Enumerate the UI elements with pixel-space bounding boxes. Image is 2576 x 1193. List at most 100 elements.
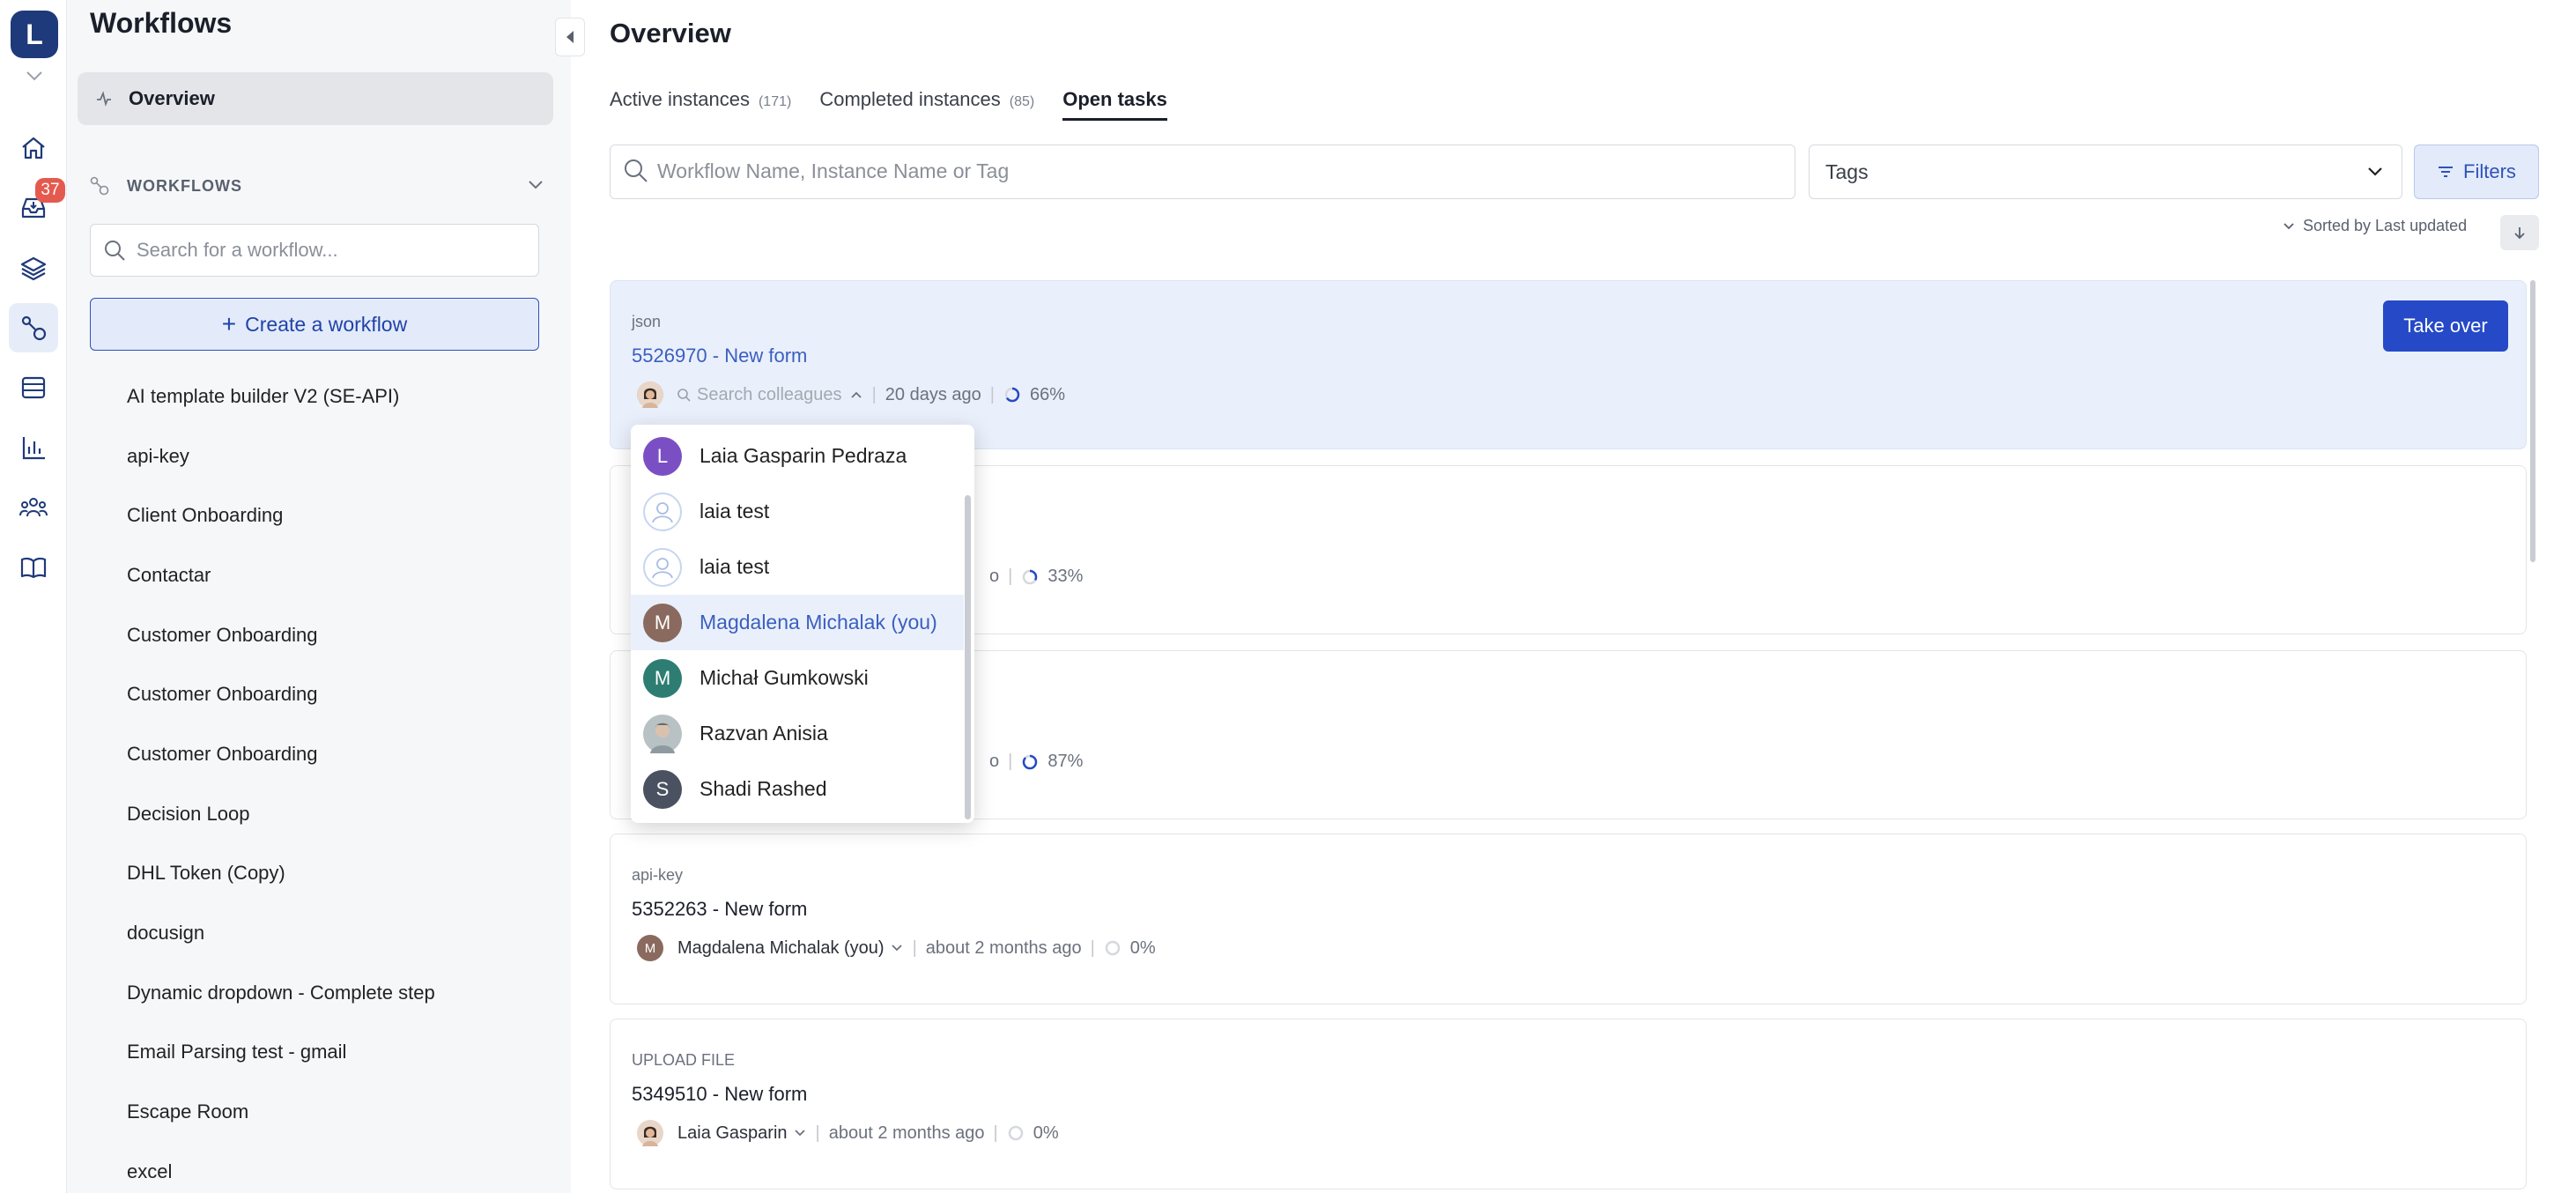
sidebar-title: Workflows (90, 7, 233, 39)
take-over-button[interactable]: Take over (2383, 300, 2508, 352)
tab-open-tasks[interactable]: Open tasks (1062, 88, 1167, 121)
app-rail: L 37 (0, 0, 67, 1193)
card-title[interactable]: 5352263 - New form (632, 898, 807, 921)
progress-text: 87% (1047, 752, 1084, 771)
assignee-name[interactable]: Laia Gasparin (677, 1123, 788, 1144)
chevron-down-icon[interactable] (23, 67, 46, 85)
list-item[interactable]: Decision Loop (127, 784, 541, 844)
layers-icon[interactable] (9, 243, 58, 293)
book-icon[interactable] (9, 543, 58, 592)
workflow-search-input[interactable] (90, 224, 539, 277)
sidebar-overview-label: Overview (129, 87, 215, 109)
list-item[interactable]: Dynamic dropdown - Complete step (127, 963, 541, 1023)
workflows-section-header[interactable]: WORKFLOWS (88, 171, 546, 201)
dropdown-scrollbar[interactable] (965, 495, 971, 819)
user-photo-icon (637, 382, 663, 408)
list-item[interactable]: Escape Room (127, 1082, 541, 1142)
card-workflow-name: api-key (632, 866, 684, 884)
colleague-name: Shadi Rashed (700, 777, 827, 800)
tab-count: (171) (758, 94, 792, 109)
card-meta: M Magdalena Michalak (you) | about 2 mon… (637, 935, 1156, 961)
colleague-name: Laia Gasparin Pedraza (700, 444, 907, 467)
sort-direction-button[interactable] (2500, 215, 2539, 250)
sidebar-item-overview[interactable]: Overview (78, 72, 553, 125)
tags-select[interactable]: Tags (1809, 144, 2402, 199)
search-icon (625, 159, 648, 182)
progress-ring (1004, 387, 1020, 403)
tags-label: Tags (1825, 159, 1869, 183)
list-item[interactable]: Customer Onboarding (127, 605, 541, 665)
assignee-search[interactable]: Search colleagues (697, 385, 842, 405)
chart-icon[interactable] (9, 423, 58, 472)
colleague-option[interactable]: S Shadi Rashed (631, 761, 964, 817)
list-item[interactable]: Customer Onboarding (127, 724, 541, 784)
colleague-name: Michał Gumkowski (700, 666, 869, 689)
avatar (637, 1120, 663, 1146)
team-icon[interactable] (9, 483, 58, 532)
tab-label: Active instances (610, 88, 750, 110)
task-card[interactable]: api-key 5352263 - New form M Magdalena M… (610, 834, 2527, 1004)
task-card[interactable]: UPLOAD FILE 5349510 - New form Laia Gasp… (610, 1019, 2527, 1189)
search-placeholder: Workflow Name, Instance Name or Tag (657, 159, 1010, 182)
card-meta: o | 33% (989, 567, 1084, 586)
filter-icon (2439, 167, 2454, 177)
list-item[interactable]: AI template builder V2 (SE-API) (127, 367, 541, 426)
list-item[interactable]: Client Onboarding (127, 485, 541, 545)
collapse-sidebar-button[interactable] (555, 18, 585, 56)
list-item[interactable]: Customer Onboarding (127, 664, 541, 724)
home-icon[interactable] (9, 123, 58, 173)
list-item[interactable]: excel (127, 1142, 541, 1193)
colleague-option[interactable]: Razvan Anisia (631, 706, 964, 761)
chevron-up-icon[interactable] (849, 389, 863, 400)
page-title: Overview (610, 18, 731, 48)
workspace-logo[interactable]: L (11, 11, 58, 58)
inbox-badge: 37 (35, 178, 65, 203)
chevron-down-icon[interactable] (525, 176, 546, 194)
colleague-name: laia test (700, 555, 770, 578)
card-time: o (989, 567, 1000, 586)
sort-label: Sorted by Last updated (2303, 217, 2468, 234)
main-scrollbar[interactable] (2530, 280, 2535, 562)
plus-icon: + (221, 310, 237, 337)
colleague-option[interactable]: laia test (631, 539, 964, 595)
user-photo-icon (643, 714, 682, 753)
colleague-name: laia test (700, 500, 770, 522)
avatar: S (643, 769, 682, 809)
list-item[interactable]: Email Parsing test - gmail (127, 1023, 541, 1083)
tab-completed-instances[interactable]: Completed instances (85) (819, 88, 1034, 121)
progress-text: 33% (1047, 567, 1084, 586)
filters-label: Filters (2463, 160, 2516, 182)
list-item[interactable]: api-key (127, 426, 541, 486)
colleague-option[interactable]: L Laia Gasparin Pedraza (631, 428, 964, 484)
progress-ring (1105, 940, 1121, 956)
list-item[interactable]: docusign (127, 903, 541, 963)
chevron-down-icon (2368, 167, 2382, 176)
search-icon (105, 241, 125, 261)
colleague-option[interactable]: laia test (631, 484, 964, 539)
user-placeholder-icon (643, 492, 682, 531)
workflow-icon (90, 176, 109, 196)
workflows-section-label: WORKFLOWS (127, 176, 242, 195)
tab-count: (85) (1009, 94, 1035, 109)
colleague-option[interactable]: M Michał Gumkowski (631, 650, 964, 706)
filters-button[interactable]: Filters (2414, 144, 2539, 199)
sort-selector[interactable]: Sorted by Last updated (2282, 217, 2467, 235)
avatar (637, 382, 663, 408)
activity-icon (97, 91, 111, 107)
create-workflow-button[interactable]: + Create a workflow (90, 298, 539, 351)
workflow-icon[interactable] (9, 303, 58, 352)
list-icon[interactable] (9, 363, 58, 412)
chevron-down-icon (2284, 222, 2294, 229)
card-title[interactable]: 5526970 - New form (632, 345, 807, 367)
list-item[interactable]: Contactar (127, 545, 541, 605)
card-title[interactable]: 5349510 - New form (632, 1083, 807, 1106)
list-item[interactable]: DHL Token (Copy) (127, 844, 541, 904)
chevron-down-icon[interactable] (793, 1128, 807, 1138)
tab-active-instances[interactable]: Active instances (171) (610, 88, 791, 121)
avatar: M (637, 935, 663, 961)
card-time: o (989, 752, 1000, 771)
chevron-down-icon[interactable] (890, 943, 904, 953)
create-workflow-label: Create a workflow (245, 312, 408, 336)
colleague-option-selected[interactable]: M Magdalena Michalak (you) (631, 595, 964, 650)
assignee-name[interactable]: Magdalena Michalak (you) (677, 938, 885, 959)
